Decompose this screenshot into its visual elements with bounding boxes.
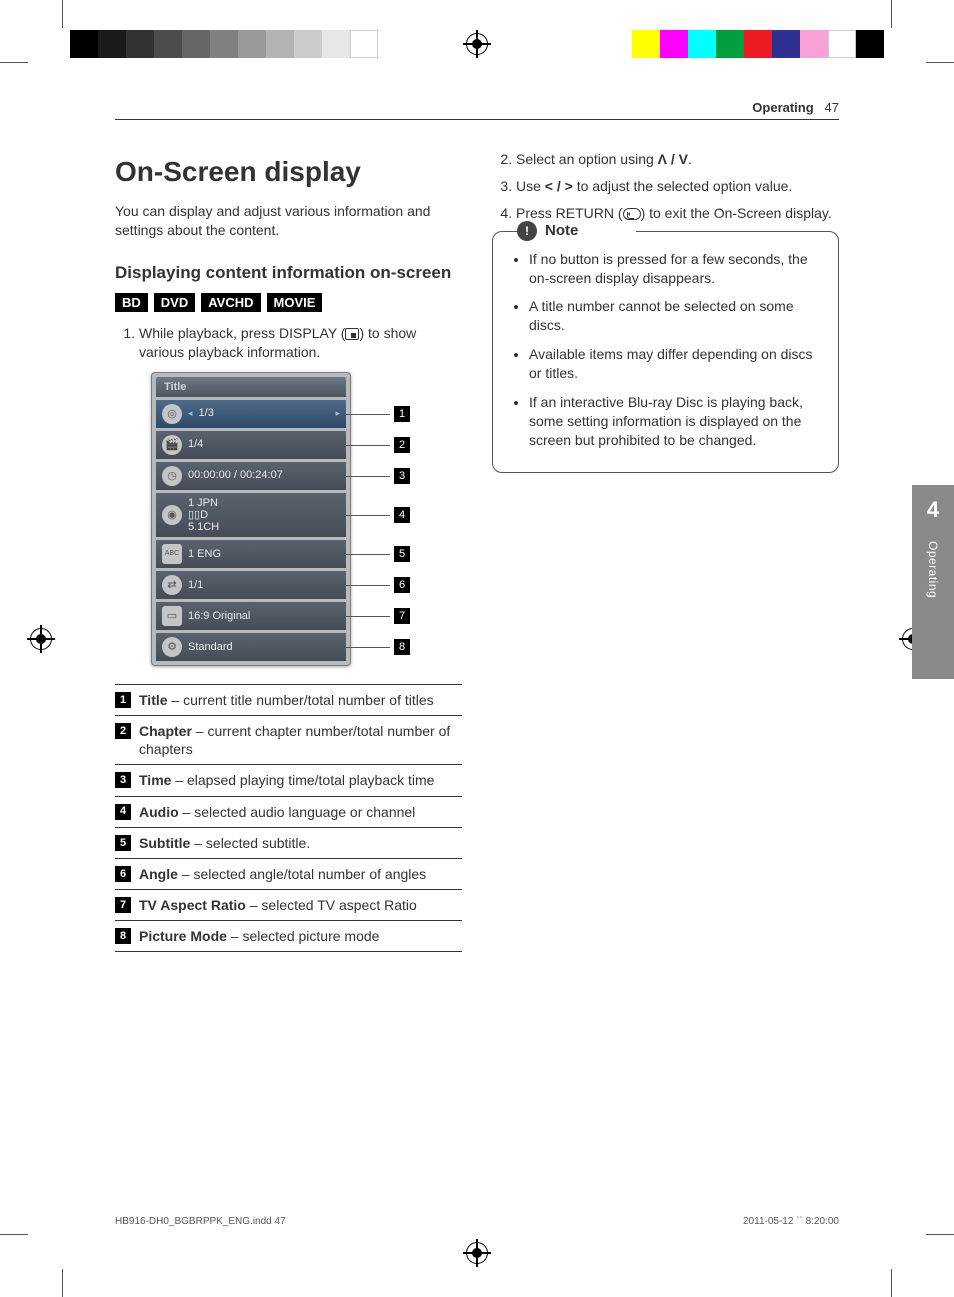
- badge-movie: MOVIE: [267, 293, 323, 312]
- side-tab: 4 Operating: [912, 485, 954, 679]
- legend-item: 4Audio – selected audio language or chan…: [115, 797, 462, 828]
- side-tab-number: 4: [927, 497, 939, 523]
- section-heading: Displaying content information on-screen: [115, 262, 462, 285]
- step-3: Use < / > to adjust the selected option …: [516, 177, 839, 196]
- side-tab-label: Operating: [926, 541, 940, 598]
- note-box: ! Note If no button is pressed for a few…: [492, 231, 839, 473]
- legend-item: 5Subtitle – selected subtitle.: [115, 828, 462, 859]
- legend-item: 3Time – elapsed playing time/total playb…: [115, 765, 462, 796]
- osd-row-audio: ◉ 1 JPN ▯▯D 5.1CH 4: [156, 493, 346, 537]
- badge-bd: BD: [115, 293, 148, 312]
- picture-icon: ⚙: [162, 637, 182, 657]
- osd-title: Title: [156, 377, 346, 397]
- clock-icon: ◷: [162, 466, 182, 486]
- registration-mark-icon: [466, 1242, 488, 1264]
- steps-right: Select an option using Λ / V. Use < / > …: [492, 150, 839, 223]
- osd-row-title: ◎ ◂ 1/3 ▸ 1: [156, 400, 346, 428]
- header-page: 47: [825, 100, 839, 115]
- clapper-icon: 🎬: [162, 435, 182, 455]
- osd-row-subtitle: ABC 1 ENG 5: [156, 540, 346, 568]
- registration-mark-icon: [466, 33, 488, 55]
- osd-row-time: ◷ 00:00:00 / 00:24:07 3: [156, 462, 346, 490]
- osd-row-ratio: ▭ 16:9 Original 7: [156, 602, 346, 630]
- ratio-icon: ▭: [162, 606, 182, 626]
- note-item: Available items may differ depending on …: [529, 345, 822, 383]
- osd-row-chapter: 🎬 1/4 2: [156, 431, 346, 459]
- media-badges: BD DVD AVCHD MOVIE: [115, 293, 462, 312]
- footer: HB916-DH0_BGBRPPK_ENG.indd 47 2011-05-12…: [115, 1216, 839, 1227]
- grayscale-bar: [70, 30, 378, 58]
- legend-item: 2Chapter – current chapter number/total …: [115, 716, 462, 765]
- note-item: If no button is pressed for a few second…: [529, 250, 822, 288]
- angle-icon: ⇄: [162, 575, 182, 595]
- legend-item: 6Angle – selected angle/total number of …: [115, 859, 462, 890]
- legend-item: 1Title – current title number/total numb…: [115, 684, 462, 716]
- subtitle-icon: ABC: [162, 544, 182, 564]
- note-heading: ! Note: [517, 221, 636, 241]
- leftright-icon: < / >: [545, 178, 573, 194]
- running-head: Operating 47: [115, 100, 839, 120]
- legend-list: 1Title – current title number/total numb…: [115, 684, 462, 953]
- updown-icon: Λ / V: [658, 151, 688, 167]
- osd-row-angle: ⇄ 1/1 6: [156, 571, 346, 599]
- page-title: On-Screen display: [115, 156, 462, 188]
- info-icon: !: [517, 221, 537, 241]
- note-item: If an interactive Blu-ray Disc is playin…: [529, 393, 822, 450]
- footer-right: 2011-05-12 `` 8:20:00: [743, 1216, 839, 1227]
- header-section: Operating: [752, 100, 813, 115]
- intro-text: You can display and adjust various infor…: [115, 202, 462, 240]
- step-2: Select an option using Λ / V.: [516, 150, 839, 169]
- osd-screenshot: Title ◎ ◂ 1/3 ▸ 1 🎬 1/4 2 ◷: [151, 372, 421, 666]
- note-item: A title number cannot be selected on som…: [529, 297, 822, 335]
- color-bar: [632, 30, 884, 58]
- footer-left: HB916-DH0_BGBRPPK_ENG.indd 47: [115, 1216, 286, 1227]
- disc-icon: ◎: [162, 404, 182, 424]
- steps-left: While playback, press DISPLAY () to show…: [115, 324, 462, 362]
- step-1: While playback, press DISPLAY () to show…: [139, 324, 462, 362]
- badge-dvd: DVD: [154, 293, 195, 312]
- return-icon: [623, 208, 641, 220]
- display-icon: [345, 328, 359, 340]
- legend-item: 7TV Aspect Ratio – selected TV aspect Ra…: [115, 890, 462, 921]
- osd-row-picture: ⚙ Standard 8: [156, 633, 346, 661]
- legend-item: 8Picture Mode – selected picture mode: [115, 921, 462, 952]
- registration-mark-icon: [30, 628, 52, 650]
- audio-icon: ◉: [162, 505, 182, 525]
- badge-avchd: AVCHD: [201, 293, 260, 312]
